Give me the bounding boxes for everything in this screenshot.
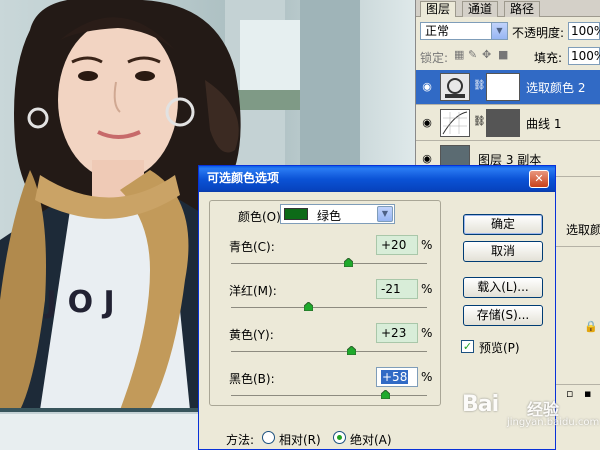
yellow-value-input[interactable]: +23 <box>376 323 418 343</box>
tab-paths[interactable]: 路径 <box>504 1 541 17</box>
curves-icon <box>442 111 468 135</box>
preview-label: 预览(P) <box>479 341 520 355</box>
load-button[interactable]: 载入(L)... <box>463 277 543 298</box>
layer-name: 选取颜色 2 <box>526 81 586 95</box>
watermark-url: jingyan.baidu.com <box>507 417 600 428</box>
cyan-value: +20 <box>381 238 407 252</box>
magenta-slider-thumb[interactable] <box>303 302 313 311</box>
blend-row: 正常 ▼ 不透明度: 100% <box>416 20 600 42</box>
yellow-slider-thumb[interactable] <box>347 346 357 355</box>
eye-icon[interactable]: ◉ <box>420 152 434 166</box>
lock-move-icon[interactable]: ✥ <box>482 48 491 61</box>
black-slider-thumb[interactable] <box>381 390 391 399</box>
method-label: 方法: <box>226 433 255 447</box>
mask-thumbnail <box>486 73 520 101</box>
lock-transparency-icon[interactable]: ▦ <box>454 48 464 61</box>
layers-tabbar: 图层 通道 路径 <box>416 0 600 17</box>
color-swatch <box>284 208 308 220</box>
baidu-logo: Bai <box>462 392 499 417</box>
blend-mode-value: 正常 <box>425 24 450 38</box>
magenta-slider-track[interactable] <box>231 307 427 308</box>
yellow-label: 黄色(Y): <box>229 328 274 342</box>
color-value: 绿色 <box>317 209 342 223</box>
cyan-label: 青色(C): <box>229 240 275 254</box>
lock-icon[interactable]: ■ <box>498 48 508 61</box>
fill-label: 填充: <box>534 51 563 65</box>
selective-color-dialog: 可选颜色选项 ✕ 颜色(O): 绿色 ▼ 青色(C): +20 % 洋红(M):… <box>198 165 556 450</box>
chain-link-icon: ⛓ <box>473 80 486 91</box>
eye-icon[interactable]: ◉ <box>420 116 434 130</box>
lock-brush-icon[interactable]: ✎ <box>468 48 477 61</box>
layer-row[interactable]: ◉ ⛓ 选取颜色 2 <box>416 70 600 105</box>
dialog-titlebar[interactable]: 可选颜色选项 ✕ <box>199 166 555 192</box>
eye-icon[interactable]: ◉ <box>420 80 434 94</box>
layer-name: 选取颜色 1 <box>566 223 600 237</box>
cyan-percent: % <box>421 238 433 252</box>
chevron-down-icon[interactable]: ▼ <box>377 206 393 222</box>
lock-icon: 🔒 <box>584 320 598 333</box>
photo-frame-strip <box>0 412 200 450</box>
tab-layers[interactable]: 图层 <box>420 1 457 17</box>
new-layer-icon[interactable]: ▫ <box>566 387 573 400</box>
dialog-title: 可选颜色选项 <box>207 171 280 185</box>
magenta-value: -21 <box>381 282 401 296</box>
layer-name: 曲线 1 <box>526 117 562 131</box>
lock-row: 锁定: ▦ ✎ ✥ ■ 填充: 100% <box>416 44 600 68</box>
cyan-slider-thumb[interactable] <box>344 258 354 267</box>
layer-row[interactable]: ◉ ⛓ 曲线 1 <box>416 106 600 141</box>
absolute-radio[interactable] <box>333 431 346 444</box>
opacity-label: 不透明度: <box>512 26 565 40</box>
fill-input[interactable]: 100% <box>568 47 600 65</box>
opacity-input[interactable]: 100% <box>568 22 600 40</box>
lock-label: 锁定: <box>420 51 449 65</box>
magenta-label: 洋红(M): <box>229 284 277 298</box>
black-value: +58 <box>381 370 409 384</box>
relative-label: 相对(R) <box>279 433 321 447</box>
svg-text:J O J: J O J <box>44 285 115 320</box>
black-value-input[interactable]: +58 <box>376 367 418 387</box>
cancel-button[interactable]: 取消 <box>463 241 543 262</box>
curves-thumbnail <box>440 109 470 137</box>
color-label: 颜色(O): <box>238 210 285 224</box>
preview-checkbox[interactable]: ✓ <box>461 340 474 353</box>
yellow-percent: % <box>421 326 433 340</box>
yellow-value: +23 <box>381 326 407 340</box>
tab-channels[interactable]: 通道 <box>462 1 499 17</box>
magenta-percent: % <box>421 282 433 296</box>
mask-thumbnail <box>486 109 520 137</box>
trash-icon[interactable]: ▪ <box>584 387 591 400</box>
ok-button[interactable]: 确定 <box>463 214 543 235</box>
radio-dot <box>337 435 342 440</box>
chain-link-icon: ⛓ <box>473 116 486 127</box>
save-button[interactable]: 存储(S)... <box>463 305 543 326</box>
black-percent: % <box>421 370 433 384</box>
black-label: 黑色(B): <box>229 372 275 386</box>
adjustment-thumbnail <box>440 73 470 101</box>
yellow-slider-track[interactable] <box>231 351 427 352</box>
chevron-down-icon: ▼ <box>491 23 507 39</box>
close-icon[interactable]: ✕ <box>529 170 549 188</box>
adjustment-icon <box>445 78 465 98</box>
black-slider-track[interactable] <box>231 395 427 396</box>
color-select[interactable]: 绿色 ▼ <box>280 204 395 224</box>
cyan-value-input[interactable]: +20 <box>376 235 418 255</box>
cyan-slider-track[interactable] <box>231 263 427 264</box>
absolute-label: 绝对(A) <box>350 433 392 447</box>
magenta-value-input[interactable]: -21 <box>376 279 418 299</box>
relative-radio[interactable] <box>262 431 275 444</box>
blend-mode-select[interactable]: 正常 ▼ <box>420 22 508 40</box>
